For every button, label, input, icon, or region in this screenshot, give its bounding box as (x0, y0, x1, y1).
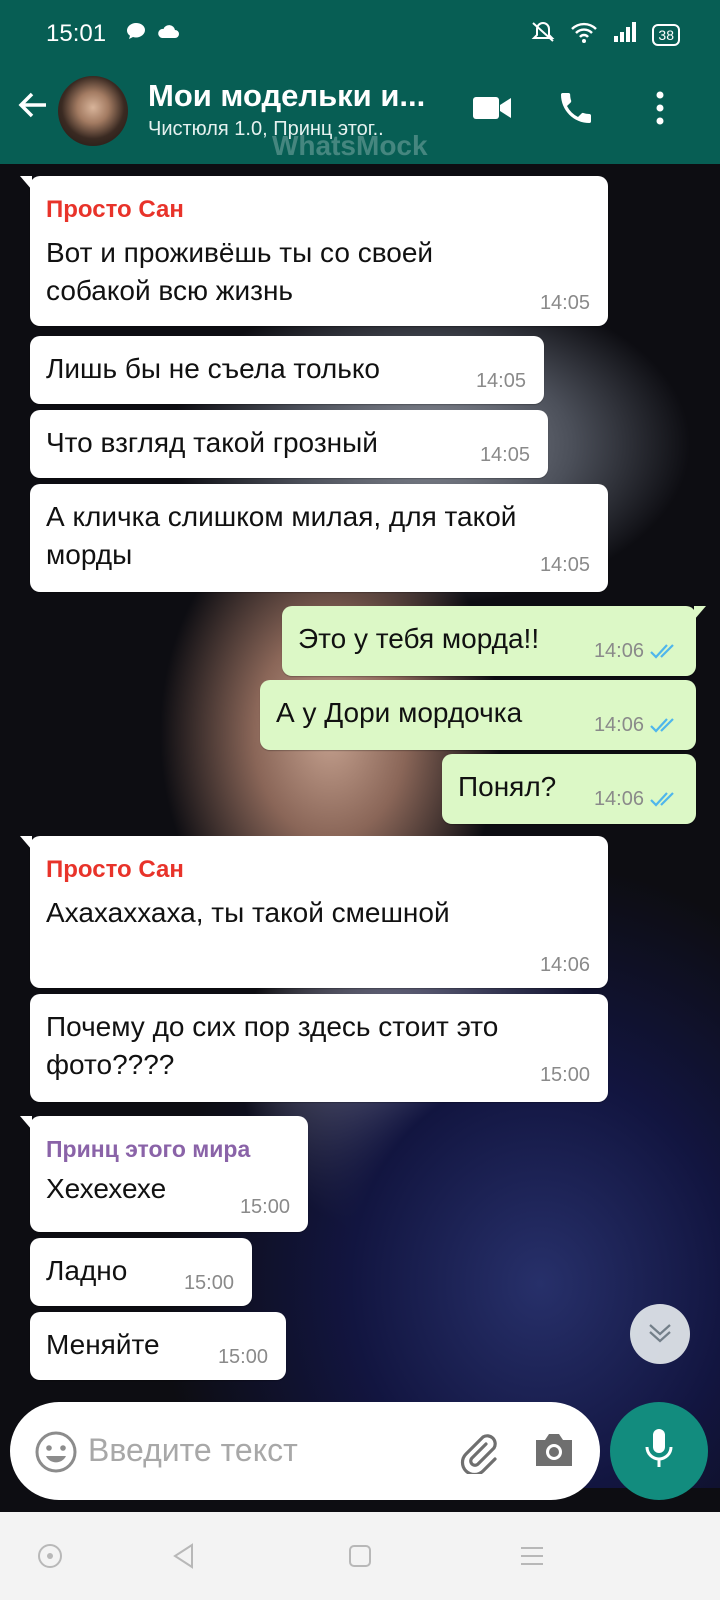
message-bubble[interactable]: Это у тебя морда!! 14:06 (282, 606, 706, 676)
message-time: 14:06 (539, 954, 590, 976)
battery-icon: 38 (652, 24, 680, 46)
message-text: А кличка слишком милая, для такой (46, 501, 517, 532)
message-bubble[interactable]: Принц этого мира Хехехехе 15:00 (20, 1116, 308, 1232)
group-avatar[interactable] (58, 76, 128, 146)
message-text: морды (46, 539, 133, 570)
message-input[interactable]: Введите текст (88, 1432, 298, 1469)
scroll-to-bottom-button[interactable] (630, 1304, 690, 1364)
system-navigation-bar (0, 1512, 720, 1600)
recents-nav-icon[interactable] (518, 1542, 546, 1575)
camera-icon[interactable] (532, 1430, 576, 1475)
double-check-icon (650, 790, 680, 813)
message-time: 14:05 (479, 444, 530, 466)
message-text: Вот и проживёшь ты со своей (46, 237, 434, 268)
emoji-icon[interactable] (34, 1430, 78, 1479)
chevron-down-icon (646, 1321, 674, 1348)
message-time: 14:06 (593, 788, 644, 810)
sender-name: Просто Сан (46, 196, 184, 223)
assistant-icon[interactable] (36, 1542, 64, 1575)
chat-bubble-icon (126, 22, 146, 45)
message-time: 15:00 (539, 1064, 590, 1086)
status-bar: 15:01 38 (0, 0, 720, 56)
message-time: 14:05 (539, 292, 590, 314)
message-time: 14:05 (475, 370, 526, 392)
message-text: Понял? (458, 771, 557, 802)
message-bubble[interactable]: А у Дори мордочка 14:06 (260, 680, 696, 750)
message-bubble[interactable]: Меняйте 15:00 (30, 1312, 286, 1380)
message-input-bar[interactable]: Введите текст (10, 1402, 600, 1500)
message-text: Ахахаххаха, ты такой смешной (46, 897, 450, 928)
voice-message-button[interactable] (610, 1402, 708, 1500)
back-arrow-icon[interactable] (16, 88, 50, 127)
message-text: Лишь бы не съела только (46, 353, 380, 384)
message-time: 15:00 (183, 1272, 234, 1294)
message-bubble[interactable]: Ладно 15:00 (30, 1238, 252, 1306)
cloud-icon (156, 23, 180, 44)
message-bubble[interactable]: Что взгляд такой грозный 14:05 (30, 410, 548, 478)
sender-name: Принц этого мира (46, 1136, 251, 1162)
signal-icon (612, 21, 638, 49)
message-text: А у Дори мордочка (276, 697, 523, 728)
message-bubble[interactable]: А кличка слишком милая, для такой морды … (30, 484, 608, 592)
message-text: собакой всю жизнь (46, 275, 294, 306)
more-options-icon[interactable] (654, 90, 666, 131)
message-time: 14:06 (593, 640, 644, 662)
watermark: WhatsMock (272, 130, 428, 161)
message-text: Ладно (46, 1255, 128, 1286)
message-time: 15:00 (239, 1196, 290, 1218)
message-bubble[interactable]: Просто Сан Ахахаххаха, ты такой смешной … (20, 836, 608, 988)
mute-icon (530, 20, 556, 50)
message-time: 15:00 (217, 1346, 268, 1368)
double-check-icon (650, 642, 680, 665)
message-text: Что взгляд такой грозный (46, 427, 378, 458)
message-text: Это у тебя морда!! (298, 623, 540, 654)
home-nav-icon[interactable] (346, 1542, 374, 1575)
message-bubble[interactable]: Просто Сан Вот и проживёшь ты со своей с… (20, 176, 608, 326)
message-text: Меняйте (46, 1329, 160, 1360)
phone-call-icon[interactable] (556, 88, 596, 133)
back-nav-icon[interactable] (170, 1542, 198, 1575)
message-bubble[interactable]: Понял? 14:06 (442, 754, 696, 824)
double-check-icon (650, 716, 680, 739)
message-text: фото???? (46, 1049, 175, 1080)
microphone-icon (642, 1427, 676, 1476)
sender-name: Просто Сан (46, 856, 184, 883)
message-bubble[interactable]: Лишь бы не съела только 14:05 (30, 336, 544, 404)
message-time: 14:05 (539, 554, 590, 576)
video-call-icon[interactable] (472, 94, 512, 127)
status-time: 15:01 (46, 20, 107, 47)
wifi-icon (570, 21, 598, 49)
message-time: 14:06 (593, 714, 644, 736)
attach-icon[interactable] (456, 1430, 500, 1479)
message-text: Почему до сих пор здесь стоит это (46, 1011, 499, 1042)
chat-header: Мои модельки и... Чистюля 1.0, Принц это… (0, 56, 720, 164)
message-text: Хехехехе (46, 1173, 167, 1204)
message-bubble[interactable]: Почему до сих пор здесь стоит это фото??… (30, 994, 608, 1102)
chat-title[interactable]: Мои модельки и... (148, 78, 425, 114)
